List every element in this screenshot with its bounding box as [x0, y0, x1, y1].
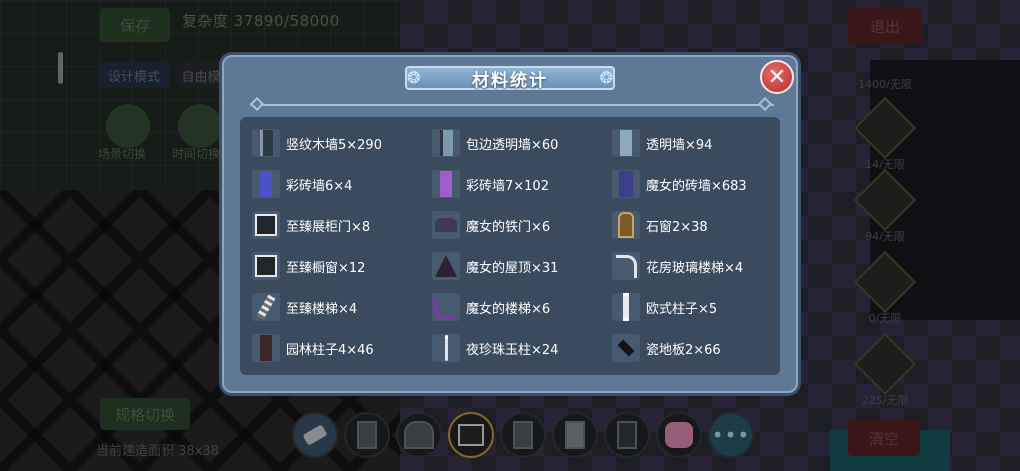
- material-item: 彩砖墙7×102: [432, 168, 549, 200]
- witch-brick-wall-icon: [612, 170, 640, 198]
- glass-wall-icon: [612, 129, 640, 157]
- scroll-ornament-icon: ❂: [599, 68, 613, 87]
- stone-window-icon: [612, 211, 640, 239]
- material-item: 石窗2×38: [612, 209, 708, 241]
- ceramic-floor-icon: [612, 334, 640, 362]
- material-item: 夜珍珠玉柱×24: [432, 332, 558, 364]
- title-divider: [250, 104, 774, 106]
- material-item: 魔女的楼梯×6: [432, 291, 550, 323]
- material-item: 花房玻璃楼梯×4: [612, 250, 743, 282]
- color-brick-wall-blue-icon: [252, 170, 280, 198]
- witch-roof-icon: [432, 252, 460, 280]
- greenhouse-glass-stairs-icon: [612, 252, 640, 280]
- material-item: 至臻展柜门×8: [252, 209, 370, 241]
- material-item: 透明墙×94: [612, 127, 712, 159]
- material-item: 竖纹木墙5×290: [252, 127, 382, 159]
- material-item: 至臻橱窗×12: [252, 250, 365, 282]
- witch-stairs-icon: [432, 293, 460, 321]
- display-cabinet-door-icon: [252, 211, 280, 239]
- material-item: 园林柱子4×46: [252, 332, 374, 364]
- material-item: 魔女的屋顶×31: [432, 250, 558, 282]
- scroll-ornament-icon: ❂: [407, 68, 421, 87]
- close-button[interactable]: ✕: [760, 60, 794, 94]
- material-item: 欧式柱子×5: [612, 291, 717, 323]
- witch-iron-gate-icon: [432, 211, 460, 239]
- premium-stairs-icon: [252, 293, 280, 321]
- night-pearl-pillar-icon: [432, 334, 460, 362]
- material-item: 瓷地板2×66: [612, 332, 721, 364]
- edged-glass-wall-icon: [432, 129, 460, 157]
- material-item: 魔女的铁门×6: [432, 209, 550, 241]
- dialog-title: 材料统计: [472, 70, 548, 91]
- material-list-panel: 竖纹木墙5×290 包边透明墙×60 透明墙×94 彩砖墙6×4 彩砖墙7×10…: [240, 117, 780, 375]
- material-item: 至臻楼梯×4: [252, 291, 357, 323]
- garden-pillar-icon: [252, 334, 280, 362]
- showcase-window-icon: [252, 252, 280, 280]
- material-item: 彩砖墙6×4: [252, 168, 352, 200]
- dialog-title-plaque: ❂ 材料统计 ❂: [405, 64, 615, 92]
- material-item: 魔女的砖墙×683: [612, 168, 747, 200]
- wood-wall-icon: [252, 129, 280, 157]
- color-brick-wall-purple-icon: [432, 170, 460, 198]
- material-item: 包边透明墙×60: [432, 127, 558, 159]
- european-pillar-icon: [612, 293, 640, 321]
